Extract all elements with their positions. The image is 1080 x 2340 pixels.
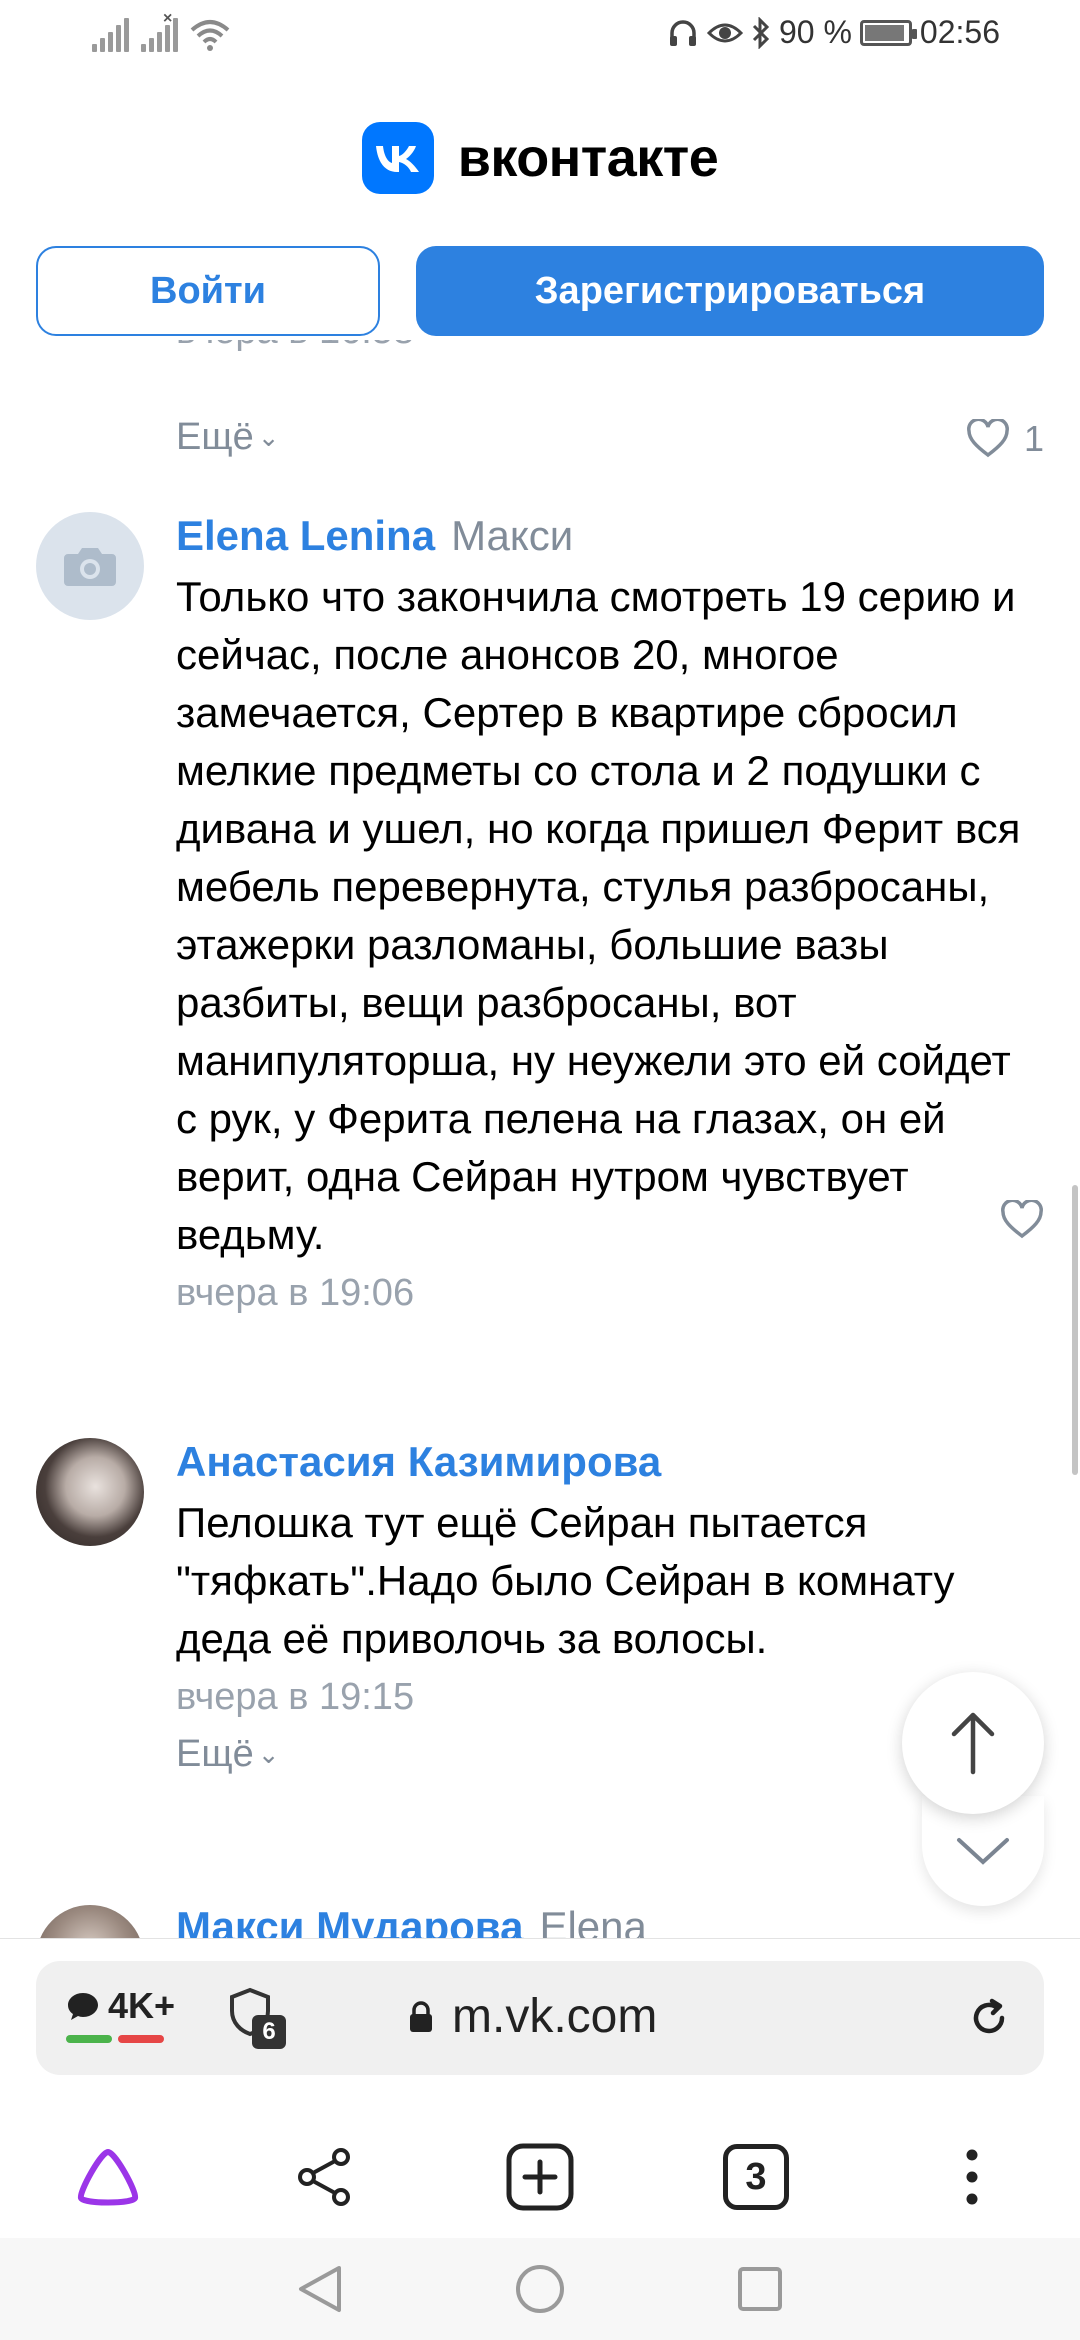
comment-time[interactable]: вчера в 19:06 — [176, 1272, 1040, 1315]
clock: 02:56 — [919, 14, 1000, 50]
address-bar[interactable]: 4K+ 6 m.vk.com — [36, 1961, 1044, 2075]
shield-counter[interactable]: 6 — [226, 1987, 286, 2049]
more-label: Ещё — [176, 1733, 254, 1775]
reload-icon[interactable] — [962, 1991, 1016, 2045]
comment-text: Пелошка тут ещё Сейран пытается "тяфкать… — [176, 1499, 955, 1662]
comment-actions: Ещё ⌄ — [176, 416, 280, 459]
status-left: × — [92, 10, 230, 52]
back-triangle-icon — [299, 2266, 341, 2312]
chevron-down-icon: ⌄ — [257, 422, 280, 452]
tabs-button[interactable]: 3 — [706, 2127, 806, 2227]
scrollbar[interactable] — [1072, 1185, 1078, 1475]
comment-text: Только что закончила смотреть 19 серию и… — [176, 573, 1021, 1258]
chevron-down-icon: ⌄ — [257, 1739, 280, 1769]
signal-icon: × — [141, 10, 178, 52]
arrow-up-icon — [951, 1712, 995, 1775]
lock-icon — [410, 2000, 432, 2032]
like-button[interactable]: 1 — [966, 418, 1044, 460]
bluetooth-icon — [752, 16, 770, 49]
battery-percent: 90 % — [778, 14, 852, 50]
heart-icon — [967, 419, 1009, 458]
comment-time: вчера в 16:58 — [176, 340, 414, 353]
comment-body: Макси Мударова Elena — [176, 1901, 1040, 1940]
comment-author[interactable]: Elena Lenina — [176, 512, 435, 559]
open-tabs-count: 3 — [745, 2155, 767, 2198]
url-display[interactable]: m.vk.com — [408, 1989, 657, 2044]
chevron-down-icon — [957, 1838, 1009, 1865]
comments-badge[interactable]: 4K+ — [66, 1985, 175, 2043]
avatar[interactable] — [36, 512, 144, 620]
plus-square-icon — [506, 2143, 574, 2211]
home-button[interactable] — [510, 2259, 570, 2319]
more-vertical-icon — [966, 2149, 978, 2205]
battery-icon — [859, 19, 917, 46]
browser-toolbar: 4K+ 6 m.vk.com 3 — [0, 1938, 1080, 2238]
url-text: m.vk.com — [452, 1990, 658, 2043]
login-button[interactable]: Войти — [36, 246, 380, 336]
menu-button[interactable] — [922, 2127, 1022, 2227]
register-button[interactable]: Зарегистрироваться — [416, 246, 1044, 336]
comment-author[interactable]: Анастасия Казимирова — [176, 1438, 661, 1485]
comment-header: Elena Lenina Макси — [176, 510, 1040, 562]
recents-button[interactable] — [730, 2259, 790, 2319]
reply-to[interactable]: Elena — [539, 1903, 646, 1940]
status-bar: × 90 % 02:56 — [0, 0, 1080, 72]
share-button[interactable] — [274, 2127, 374, 2227]
share-icon — [298, 2148, 350, 2206]
comment-header: Макси Мударова Elena — [176, 1901, 1040, 1940]
like-count: 1 — [1023, 418, 1044, 459]
alice-icon — [78, 2149, 138, 2206]
browser-actions: 3 — [0, 2117, 1080, 2237]
avatar[interactable] — [36, 1438, 144, 1546]
status-right: 90 % 02:56 — [667, 14, 1000, 51]
like-button[interactable] — [1000, 1200, 1044, 1240]
recents-square-icon — [738, 2267, 782, 2311]
scroll-up-button[interactable] — [902, 1672, 1044, 1814]
more-label: Ещё — [176, 416, 254, 458]
signal-icon — [92, 16, 129, 52]
wifi-icon — [190, 20, 230, 51]
back-button[interactable] — [290, 2259, 350, 2319]
tabs-counter-icon: 3 — [723, 2144, 789, 2210]
rating-bar — [66, 2035, 175, 2043]
camera-icon — [64, 548, 116, 586]
vk-logo-icon[interactable] — [361, 122, 434, 194]
auth-buttons: Войти Зарегистрироваться — [36, 246, 1044, 336]
comment-author[interactable]: Макси Мударова — [176, 1903, 523, 1940]
comment-body: Elena Lenina Макси Только что закончила с… — [176, 510, 1040, 1315]
avatar[interactable] — [36, 1905, 144, 1940]
heart-icon — [1001, 1200, 1043, 1239]
alice-button[interactable] — [58, 2127, 158, 2227]
comment-header: Анастасия Казимирова — [176, 1436, 1040, 1488]
eye-icon — [706, 23, 743, 42]
chat-bubble-icon — [68, 1993, 98, 2020]
vk-wordmark: вконтакте — [457, 128, 719, 188]
home-circle-icon — [516, 2265, 564, 2313]
vk-header: вконтакте — [0, 118, 1080, 198]
comments-count: 4K+ — [108, 1985, 176, 2026]
headphones-icon — [669, 19, 696, 46]
shield-count: 6 — [252, 2015, 286, 2049]
system-navigation-bar — [0, 2238, 1080, 2340]
new-tab-button[interactable] — [490, 2127, 590, 2227]
reply-to[interactable]: Макси — [451, 512, 573, 559]
more-button[interactable]: Ещё ⌄ — [176, 416, 280, 459]
